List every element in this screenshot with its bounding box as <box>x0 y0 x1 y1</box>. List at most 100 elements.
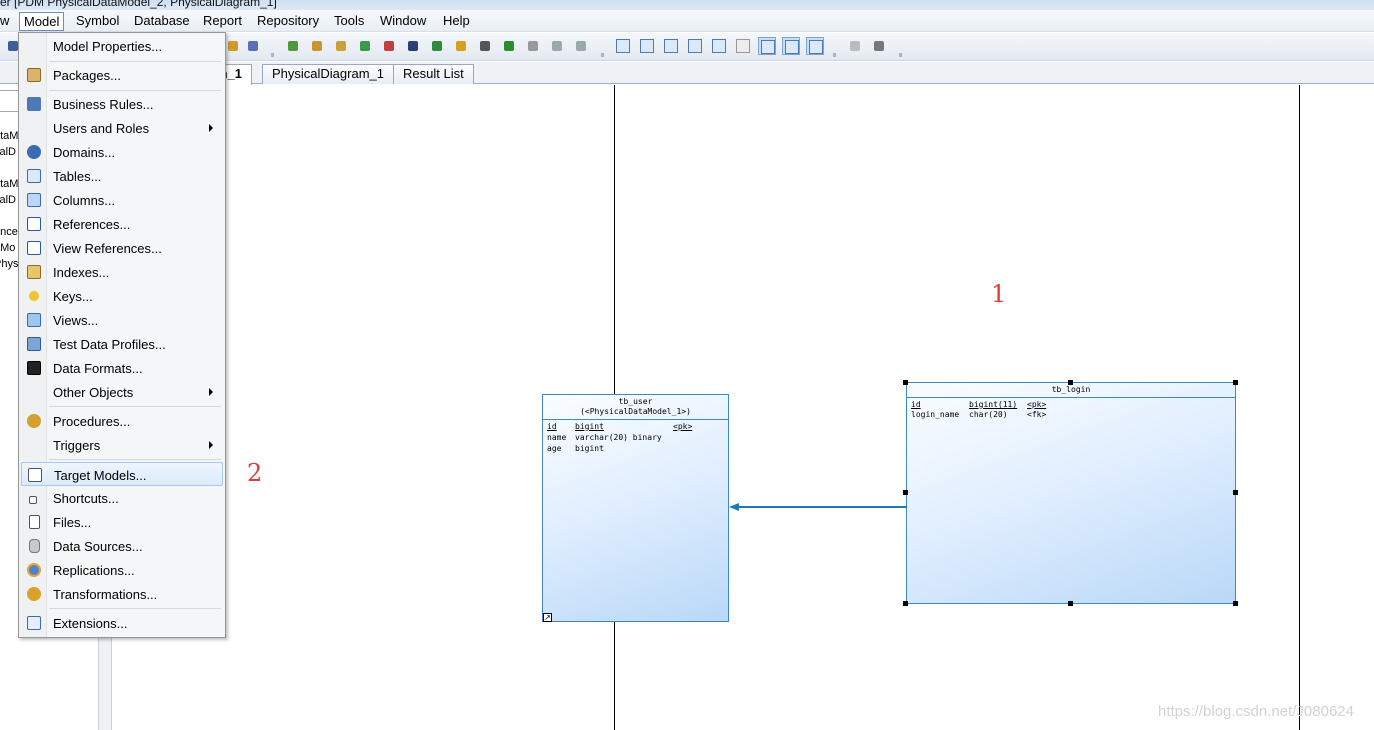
menu-item-replications[interactable]: Replications... <box>21 558 223 582</box>
menu-item-label: Target Models... <box>54 468 147 483</box>
browser-search-box[interactable] <box>0 90 20 112</box>
bring-front-icon[interactable] <box>524 37 542 55</box>
page-boundary <box>1299 85 1300 730</box>
selection-handle[interactable] <box>903 601 908 606</box>
menu-help[interactable]: Help <box>439 12 474 31</box>
redo-icon[interactable] <box>572 37 590 55</box>
column-name: id <box>911 400 921 409</box>
menu-item-label: Files... <box>53 515 92 530</box>
menu-item-data-sources[interactable]: Data Sources... <box>21 534 223 558</box>
menu-model[interactable]: Model <box>19 12 65 31</box>
menu-item-procedures[interactable]: Procedures... <box>21 409 223 433</box>
menu-window-partial[interactable]: w <box>0 12 13 31</box>
brush-icon[interactable] <box>452 37 470 55</box>
menu-item-label: Procedures... <box>53 414 131 429</box>
selection-handle[interactable] <box>1233 601 1238 606</box>
menu-symbol[interactable]: Symbol <box>72 12 123 31</box>
menu-item-business-rules[interactable]: Business Rules... <box>21 92 223 116</box>
menu-item-extensions[interactable]: Extensions... <box>21 611 223 635</box>
toggle-3-icon[interactable] <box>806 37 824 55</box>
menu-item-view-references[interactable]: View References... <box>21 236 223 260</box>
menu-item-label: Data Sources... <box>53 539 143 554</box>
tree-item[interactable]: calD <box>0 194 16 206</box>
box-icon[interactable] <box>404 37 422 55</box>
layout-4-icon[interactable] <box>686 37 704 55</box>
annotation-1: 1 <box>991 280 1007 308</box>
menu-item-domains[interactable]: Domains... <box>21 140 223 164</box>
menu-separator <box>49 608 221 609</box>
selection-handle[interactable] <box>1233 490 1238 495</box>
menu-item-target-models[interactable]: Target Models... <box>21 462 223 486</box>
menu-item-triggers[interactable]: Triggers <box>21 433 223 457</box>
menu-item-label: Extensions... <box>53 616 128 631</box>
tree-item[interactable]: Phys <box>0 258 18 270</box>
print-icon[interactable] <box>870 37 888 55</box>
toggle-2-icon[interactable] <box>782 37 800 55</box>
table-name: tb_login <box>1051 385 1091 394</box>
view-icon <box>27 313 41 327</box>
pointer-icon[interactable] <box>476 37 494 55</box>
menu-item-files[interactable]: Files... <box>21 510 223 534</box>
menu-item-test-data-profiles[interactable]: Test Data Profiles... <box>21 332 223 356</box>
table-tb-login[interactable]: tb_login id bigint(11) <pk> login_name c… <box>906 382 1236 604</box>
selection-handle[interactable] <box>903 490 908 495</box>
menu-item-keys[interactable]: Keys... <box>21 284 223 308</box>
layout-3-icon[interactable] <box>662 37 680 55</box>
menu-item-model-properties[interactable]: Model Properties... <box>21 34 223 58</box>
properties-icon[interactable] <box>224 37 242 55</box>
table-icon <box>27 169 41 183</box>
selection-handle[interactable] <box>903 380 908 385</box>
menu-item-data-formats[interactable]: Data Formats... <box>21 356 223 380</box>
menu-item-other-objects[interactable]: Other Objects <box>21 380 223 404</box>
tree-item[interactable]: calD <box>0 146 16 158</box>
tree-item[interactable]: ence <box>0 226 18 238</box>
menu-item-users-and-roles[interactable]: Users and Roles <box>21 116 223 140</box>
new-view-icon[interactable] <box>332 37 350 55</box>
reference-link[interactable] <box>733 506 907 508</box>
toolbar-grip <box>832 36 837 58</box>
table-tb-user[interactable]: tb_user (<PhysicalDataModel_1>) id bigin… <box>542 394 729 622</box>
menu-item-columns[interactable]: Columns... <box>21 188 223 212</box>
menu-repository[interactable]: Repository <box>253 12 323 31</box>
menu-tools[interactable]: Tools <box>330 12 368 31</box>
column-type: bigint <box>575 444 604 453</box>
new-table-icon[interactable] <box>284 37 302 55</box>
print-preview-icon[interactable] <box>846 37 864 55</box>
menu-item-shortcuts[interactable]: Shortcuts... <box>21 486 223 510</box>
layout-1-icon[interactable] <box>614 37 632 55</box>
tab-physical-diagram[interactable]: PhysicalDiagram_1 <box>262 64 394 84</box>
menu-item-transformations[interactable]: Transformations... <box>21 582 223 606</box>
refresh-icon[interactable] <box>356 37 374 55</box>
reference-tool-icon[interactable] <box>428 37 446 55</box>
menu-item-references[interactable]: References... <box>21 212 223 236</box>
selection-handle[interactable] <box>1068 380 1073 385</box>
selection-handle[interactable] <box>1068 601 1073 606</box>
text-tool-icon[interactable] <box>500 37 518 55</box>
menu-window[interactable]: Window <box>376 12 430 31</box>
key-icon <box>29 291 39 301</box>
menu-item-views[interactable]: Views... <box>21 308 223 332</box>
menu-item-tables[interactable]: Tables... <box>21 164 223 188</box>
reference-icon <box>27 217 41 231</box>
menu-item-packages[interactable]: Packages... <box>21 63 223 87</box>
menu-report[interactable]: Report <box>199 12 246 31</box>
menu-item-indexes[interactable]: Indexes... <box>21 260 223 284</box>
new-package-icon[interactable] <box>308 37 326 55</box>
layout-6-icon[interactable] <box>734 37 752 55</box>
tree-item[interactable]: t Mo <box>0 242 15 254</box>
tree-item[interactable]: ataM <box>0 178 18 190</box>
column-type: char(20) <box>969 410 1008 419</box>
check-model-icon[interactable] <box>244 37 262 55</box>
menu-separator <box>49 406 221 407</box>
generate-icon[interactable] <box>380 37 398 55</box>
tree-item[interactable]: ataM <box>0 130 18 142</box>
menu-item-label: Model Properties... <box>53 39 163 54</box>
undo-icon[interactable] <box>548 37 566 55</box>
toggle-1-icon[interactable] <box>758 37 776 55</box>
layout-5-icon[interactable] <box>710 37 728 55</box>
column-key: <pk> <box>673 422 693 431</box>
menu-database[interactable]: Database <box>130 12 194 31</box>
selection-handle[interactable] <box>1233 380 1238 385</box>
tab-result-list[interactable]: Result List <box>393 64 474 84</box>
layout-2-icon[interactable] <box>638 37 656 55</box>
